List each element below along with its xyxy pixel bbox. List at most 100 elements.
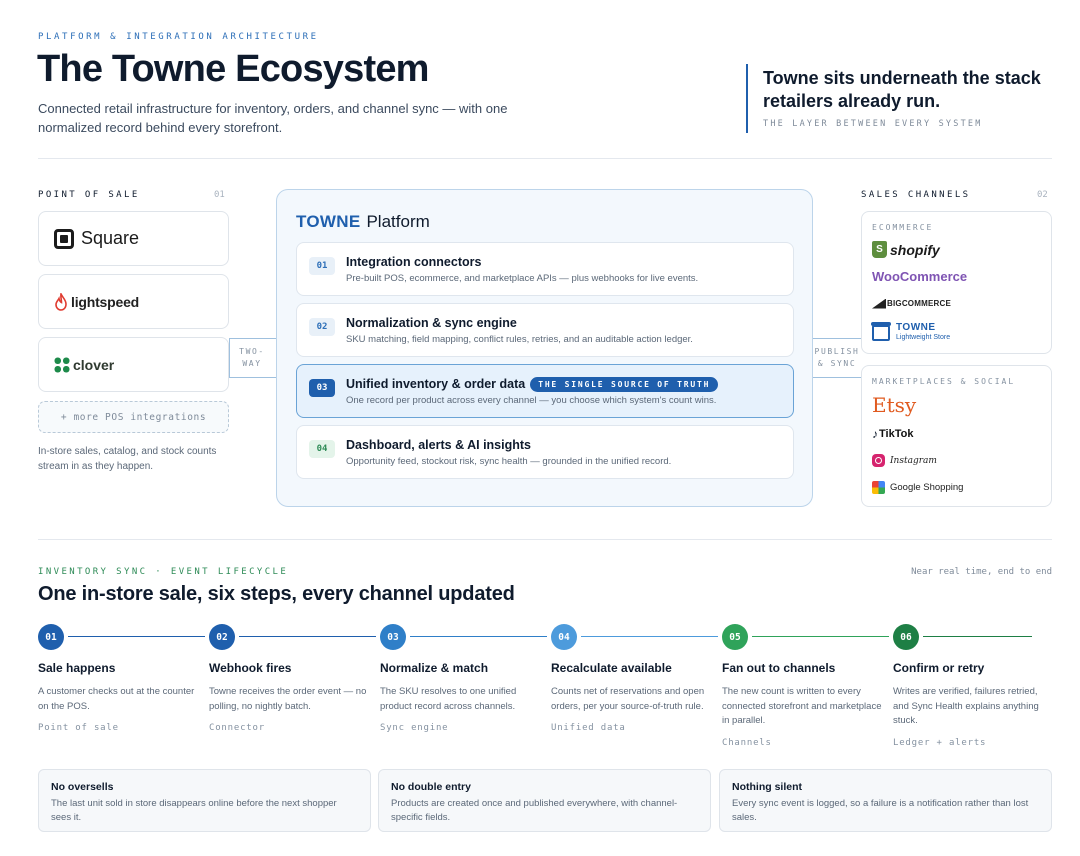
platform-layer-unified-data[interactable]: 03 Unified inventory & order data THE SIN…: [296, 364, 794, 418]
step-description: A customer checks out at the counter on …: [38, 686, 195, 712]
google-shopping-bag-icon: [872, 481, 885, 494]
channel-instagram[interactable]: Instagram: [872, 447, 1041, 474]
channels-section-label: SALES CHANNELS: [861, 190, 971, 200]
channel-shopify[interactable]: S shopify: [872, 236, 1041, 263]
channel-tiktok[interactable]: ♪ TikTok: [872, 420, 1041, 447]
two-way-label: TWO- WAY: [232, 346, 272, 370]
channel-etsy[interactable]: Etsy: [872, 390, 1041, 420]
layer-title: Dashboard, alerts & AI insights: [346, 438, 531, 452]
step-connector-line: [581, 636, 718, 637]
page-eyebrow: PLATFORM & INTEGRATION ARCHITECTURE: [38, 32, 319, 42]
channel-name: Google Shopping: [890, 482, 964, 493]
platform-brand: TOWNE: [296, 212, 361, 231]
shopify-bag-icon: S: [872, 241, 887, 258]
benefit-card-nothing-silent: Nothing silent Every sync event is logge…: [719, 769, 1052, 832]
step-number: 05: [722, 624, 748, 650]
lifecycle-step-3: 03 Normalize & match The SKU resolves to…: [380, 624, 551, 733]
step-title: Recalculate available: [551, 661, 672, 675]
platform-name: Platform: [366, 212, 430, 231]
step-description: Writes are verified, failures retried, a…: [893, 686, 1039, 726]
left-connector-bracket: [229, 338, 230, 378]
square-logo-icon: [54, 228, 74, 249]
step-connector-line: [410, 636, 547, 637]
pos-section-label: POINT OF SALE: [38, 190, 140, 200]
layer-title: Unified inventory & order data THE SINGLE…: [346, 377, 719, 392]
benefit-card-no-double-entry: No double entry Products are created onc…: [378, 769, 711, 832]
towne-platform-panel: TOWNE Platform 01 Integration connectors …: [276, 189, 813, 507]
connector-label-line: TWO-: [239, 347, 265, 356]
channel-towne-store[interactable]: TOWNE Lightweight Store: [871, 319, 1041, 346]
layer-title: Integration connectors: [346, 255, 482, 269]
step-number: 06: [893, 624, 919, 650]
step-tag: Unified data: [551, 723, 626, 733]
instagram-camera-icon: [872, 454, 885, 467]
channel-woocommerce[interactable]: WooCommerce: [872, 263, 1041, 290]
channel-name: WooCommerce: [872, 269, 968, 284]
benefit-description: Every sync event is logged, so a failure…: [732, 798, 1029, 823]
right-connector-line-bottom: [813, 377, 861, 378]
pos-section-number: 01: [214, 190, 225, 200]
platform-layer-dashboard[interactable]: 04 Dashboard, alerts & AI insights Oppor…: [296, 425, 794, 479]
benefit-description: Products are created once and published …: [391, 798, 678, 823]
header-divider: [38, 158, 1052, 159]
step-connector-line: [239, 636, 376, 637]
callout-text: Towne sits underneath the stack retailer…: [763, 68, 1041, 111]
lifecycle-step-1: 01 Sale happens A customer checks out at…: [38, 624, 209, 733]
benefit-title: Nothing silent: [732, 781, 802, 793]
channel-google-shopping[interactable]: Google Shopping: [872, 474, 1041, 501]
step-description: The SKU resolves to one unified product …: [380, 686, 517, 712]
callout-subtext: THE LAYER BETWEEN EVERY SYSTEM: [763, 119, 983, 129]
step-description: Towne receives the order event — no poll…: [209, 686, 367, 712]
channels-section-number: 02: [1037, 190, 1048, 200]
pos-vendor-name: Square: [81, 228, 140, 248]
storefront-icon: [871, 321, 891, 341]
step-number: 01: [38, 624, 64, 650]
platform-title: TOWNE Platform: [296, 212, 430, 232]
benefit-card-no-oversells: No oversells The last unit sold in store…: [38, 769, 371, 832]
left-connector-line-bottom: [229, 377, 276, 378]
layer-title: Normalization & sync engine: [346, 316, 517, 330]
step-tag: Channels: [722, 737, 772, 748]
more-pos-integrations-button[interactable]: + more POS integrations: [38, 401, 229, 433]
step-connector-line: [923, 636, 1032, 637]
pos-card-square[interactable]: Square: [38, 211, 229, 266]
layer-number: 02: [309, 318, 335, 336]
platform-layer-connectors[interactable]: 01 Integration connectors Pre-built POS,…: [296, 242, 794, 296]
connector-label-line: WAY: [242, 359, 262, 368]
channel-name: Instagram: [890, 455, 937, 466]
benefit-title: No oversells: [51, 781, 114, 793]
connector-label-line: PUBLISH: [814, 347, 860, 356]
pos-card-lightspeed[interactable]: lightspeed: [38, 274, 229, 329]
step-title: Confirm or retry: [893, 661, 985, 675]
platform-layer-sync-engine[interactable]: 02 Normalization & sync engine SKU match…: [296, 303, 794, 357]
channel-name: BIGCOMMERCE: [887, 299, 951, 308]
step-number: 02: [209, 624, 235, 650]
channel-subname: Lightweight Store: [896, 334, 951, 341]
channel-bigcommerce[interactable]: BIGCOMMERCE: [872, 290, 1041, 317]
clover-leaf-icon: [54, 357, 70, 372]
step-number: 03: [380, 624, 406, 650]
layer-description: Pre-built POS, ecommerce, and marketplac…: [346, 273, 699, 284]
lifecycle-section-label: INVENTORY SYNC · EVENT LIFECYCLE: [38, 567, 289, 577]
channel-group-label: ECOMMERCE: [872, 223, 934, 232]
layer-description: Opportunity feed, stockout risk, sync he…: [346, 456, 672, 467]
step-number: 04: [551, 624, 577, 650]
layer-number: 04: [309, 440, 335, 458]
connector-label-line: & SYNC: [817, 359, 857, 368]
source-of-truth-badge: THE SINGLE SOURCE OF TRUTH: [530, 377, 719, 392]
step-title: Fan out to channels: [722, 661, 836, 675]
channel-name: shopify: [890, 241, 940, 258]
step-title: Normalize & match: [380, 661, 489, 675]
channel-name: TikTok: [879, 427, 914, 440]
ecommerce-channels-card: ECOMMERCE S shopify WooCommerce BIGCOMME…: [861, 211, 1052, 354]
pos-note: In-store sales, catalog, and stock count…: [38, 446, 217, 472]
channel-name: TOWNE: [896, 322, 936, 333]
lifecycle-step-6: 06 Confirm or retry Writes are verified,…: [893, 624, 1064, 748]
pos-card-clover[interactable]: clover: [38, 337, 229, 392]
page-title: The Towne Ecosystem: [37, 48, 429, 90]
section-divider: [38, 539, 1052, 540]
step-tag: Ledger + alerts: [893, 737, 987, 748]
step-tag: Point of sale: [38, 723, 119, 733]
step-connector-line: [752, 636, 889, 637]
lifecycle-step-2: 02 Webhook fires Towne receives the orde…: [209, 624, 380, 733]
